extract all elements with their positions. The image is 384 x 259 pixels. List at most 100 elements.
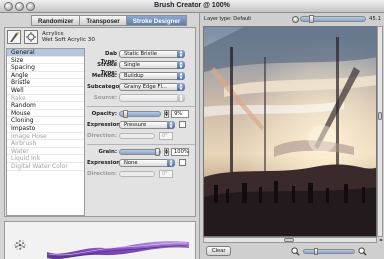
grain-invert-checkbox[interactable] bbox=[179, 159, 186, 166]
tab-bar: Randomizer Transposer Stroke Designer bbox=[31, 15, 188, 26]
stroke-type-select[interactable]: Single ▲ ▼ bbox=[119, 61, 185, 69]
grain-expression-select[interactable]: None ▲ ▼ bbox=[119, 159, 175, 167]
preview-canvas[interactable] bbox=[203, 26, 377, 237]
paintbrush-icon[interactable] bbox=[24, 30, 38, 44]
grain-slider-knob[interactable] bbox=[155, 148, 160, 156]
subcategory-row: Subcategory: Grainy Edge Fl... ▲ ▼ bbox=[87, 83, 195, 91]
chevron-updown-icon: ▲ ▼ bbox=[177, 50, 185, 58]
opacity-expression-select[interactable]: Pressure ▲ ▼ bbox=[119, 121, 175, 129]
stroke-type-value: Single bbox=[124, 62, 140, 68]
chevron-updown-icon: ▲ ▼ bbox=[177, 83, 185, 91]
dab-type-row: Dab Type: Static Bristle ▲ ▼ bbox=[87, 50, 195, 65]
grain-slider[interactable] bbox=[119, 148, 161, 156]
opacity-row: Opacity: ▲ ▼ 9% bbox=[87, 110, 195, 118]
layer-type-label: Layer type: Default bbox=[204, 16, 251, 22]
grain-direction-row: Direction: 0° bbox=[87, 170, 195, 178]
list-item-angle[interactable]: Angle bbox=[7, 72, 84, 80]
stroke-type-row: Stroke Type: Single ▲ ▼ bbox=[87, 61, 195, 76]
method-value: Buildup bbox=[124, 73, 144, 79]
opacity-expression-value: Pressure bbox=[124, 122, 147, 128]
tab-stroke-designer[interactable]: Stroke Designer bbox=[125, 15, 188, 26]
list-item-digital-water-color: Digital Water Color bbox=[7, 163, 84, 171]
list-item-random[interactable]: Random bbox=[7, 102, 84, 110]
dab-type-select[interactable]: Static Bristle ▲ ▼ bbox=[119, 50, 185, 58]
dab-preview-icon bbox=[14, 240, 26, 250]
opacity-expression-label: Expression: bbox=[87, 122, 123, 128]
source-select: ▲ ▼ bbox=[119, 94, 185, 102]
category-list[interactable]: General Size Spacing Angle Bristle Well … bbox=[6, 48, 85, 216]
dab-type-value: Static Bristle bbox=[124, 51, 157, 57]
method-row: Method: Buildup ▲ ▼ bbox=[87, 72, 195, 80]
opacity-slider-knob[interactable] bbox=[123, 110, 129, 118]
grain-label: Grain: bbox=[98, 149, 117, 155]
grain-direction-label: Direction: bbox=[87, 171, 117, 177]
list-item-bristle[interactable]: Bristle bbox=[7, 79, 84, 87]
zoom-slider[interactable] bbox=[300, 15, 366, 23]
grain-row: Grain: ▲ ▼ 100% bbox=[87, 148, 195, 156]
window-title: Brush Creator @ 100% bbox=[154, 2, 230, 9]
opacity-slider[interactable] bbox=[119, 110, 161, 118]
opacity-stepper[interactable]: ▲ ▼ bbox=[164, 110, 169, 118]
grain-expression-label: Expression: bbox=[87, 160, 123, 166]
divider bbox=[87, 106, 195, 107]
zoom-value: 45.1 bbox=[369, 16, 382, 22]
canvas-zoom-knob[interactable] bbox=[314, 248, 318, 255]
list-item-well[interactable]: Well bbox=[7, 87, 84, 95]
stroke-preview[interactable] bbox=[4, 221, 196, 259]
list-item-size[interactable]: Size bbox=[7, 57, 84, 65]
grain-field[interactable]: 100% bbox=[171, 148, 189, 156]
list-item-cloning[interactable]: Cloning bbox=[7, 117, 84, 125]
list-item-liquid-ink: Liquid Ink bbox=[7, 155, 84, 163]
list-item-rake: Rake bbox=[7, 95, 84, 103]
list-item-mouse[interactable]: Mouse bbox=[7, 110, 84, 118]
opacity-field[interactable]: 9% bbox=[171, 110, 189, 118]
subcategory-value: Grainy Edge Fl... bbox=[124, 84, 167, 90]
opacity-direction-row: Direction: 0° bbox=[87, 132, 195, 140]
chevron-updown-icon: ▲ ▼ bbox=[167, 159, 175, 167]
painting-image bbox=[204, 27, 376, 236]
stroke-designer-panel: Acrylics Wet Soft Acrylic 30 General Siz… bbox=[4, 27, 196, 217]
brush-icon[interactable] bbox=[7, 30, 21, 44]
zoom-slider-knob[interactable] bbox=[309, 15, 314, 23]
opacity-label: Opacity: bbox=[91, 111, 117, 117]
method-label: Method: bbox=[91, 73, 117, 79]
brush-variant-label: Wet Soft Acrylic 30 bbox=[42, 37, 95, 43]
left-panel: Randomizer Transposer Stroke Designer Ac… bbox=[0, 13, 199, 259]
zoom-icon[interactable] bbox=[292, 16, 299, 23]
opacity-expression-row: Expression: Pressure ▲ ▼ bbox=[87, 121, 195, 129]
general-properties: Dab Type: Static Bristle ▲ ▼ Stroke Type:… bbox=[87, 48, 195, 216]
canvas-zoom-slider[interactable] bbox=[303, 248, 355, 255]
grain-expression-row: Expression: None ▲ ▼ bbox=[87, 159, 195, 167]
scroll-arrows[interactable]: ◂▸ bbox=[377, 237, 384, 243]
vertical-scroll-thumb[interactable] bbox=[378, 112, 382, 120]
horizontal-scroll-thumb[interactable] bbox=[284, 238, 294, 242]
zoom-in-magnifier-icon[interactable] bbox=[358, 247, 367, 256]
source-row: Source: ▲ ▼ bbox=[87, 94, 195, 102]
chevron-updown-icon: ▲ ▼ bbox=[177, 61, 185, 69]
clear-button[interactable]: Clear bbox=[206, 246, 231, 256]
list-item-airbrush: Airbrush bbox=[7, 140, 84, 148]
list-item-spacing[interactable]: Spacing bbox=[7, 64, 84, 72]
zoom-out-magnifier-icon[interactable] bbox=[291, 247, 300, 256]
subcategory-select[interactable]: Grainy Edge Fl... ▲ ▼ bbox=[119, 83, 185, 91]
opacity-direction-slider bbox=[119, 133, 155, 139]
horizontal-scrollbar[interactable] bbox=[203, 237, 377, 243]
grain-direction-slider bbox=[119, 171, 155, 177]
list-item-water: Water bbox=[7, 148, 84, 156]
opacity-direction-label: Direction: bbox=[87, 133, 117, 139]
opacity-direction-field: 0° bbox=[159, 132, 173, 140]
method-select[interactable]: Buildup ▲ ▼ bbox=[119, 72, 185, 80]
chevron-updown-icon: ▲ ▼ bbox=[177, 94, 185, 102]
title-bar: Brush Creator @ 100% bbox=[0, 0, 384, 13]
grain-stepper[interactable]: ▲ ▼ bbox=[164, 148, 169, 156]
source-label: Source: bbox=[93, 95, 117, 101]
list-item-impasto[interactable]: Impasto bbox=[7, 125, 84, 133]
grain-expression-value: None bbox=[124, 160, 138, 166]
divider bbox=[87, 144, 195, 145]
vertical-scrollbar[interactable] bbox=[377, 26, 383, 237]
tab-randomizer[interactable]: Randomizer bbox=[31, 15, 80, 26]
opacity-invert-checkbox[interactable] bbox=[179, 121, 186, 128]
list-item-general[interactable]: General bbox=[7, 49, 84, 57]
subcategory-label: Subcategory: bbox=[87, 84, 128, 90]
tab-transposer[interactable]: Transposer bbox=[79, 15, 126, 26]
